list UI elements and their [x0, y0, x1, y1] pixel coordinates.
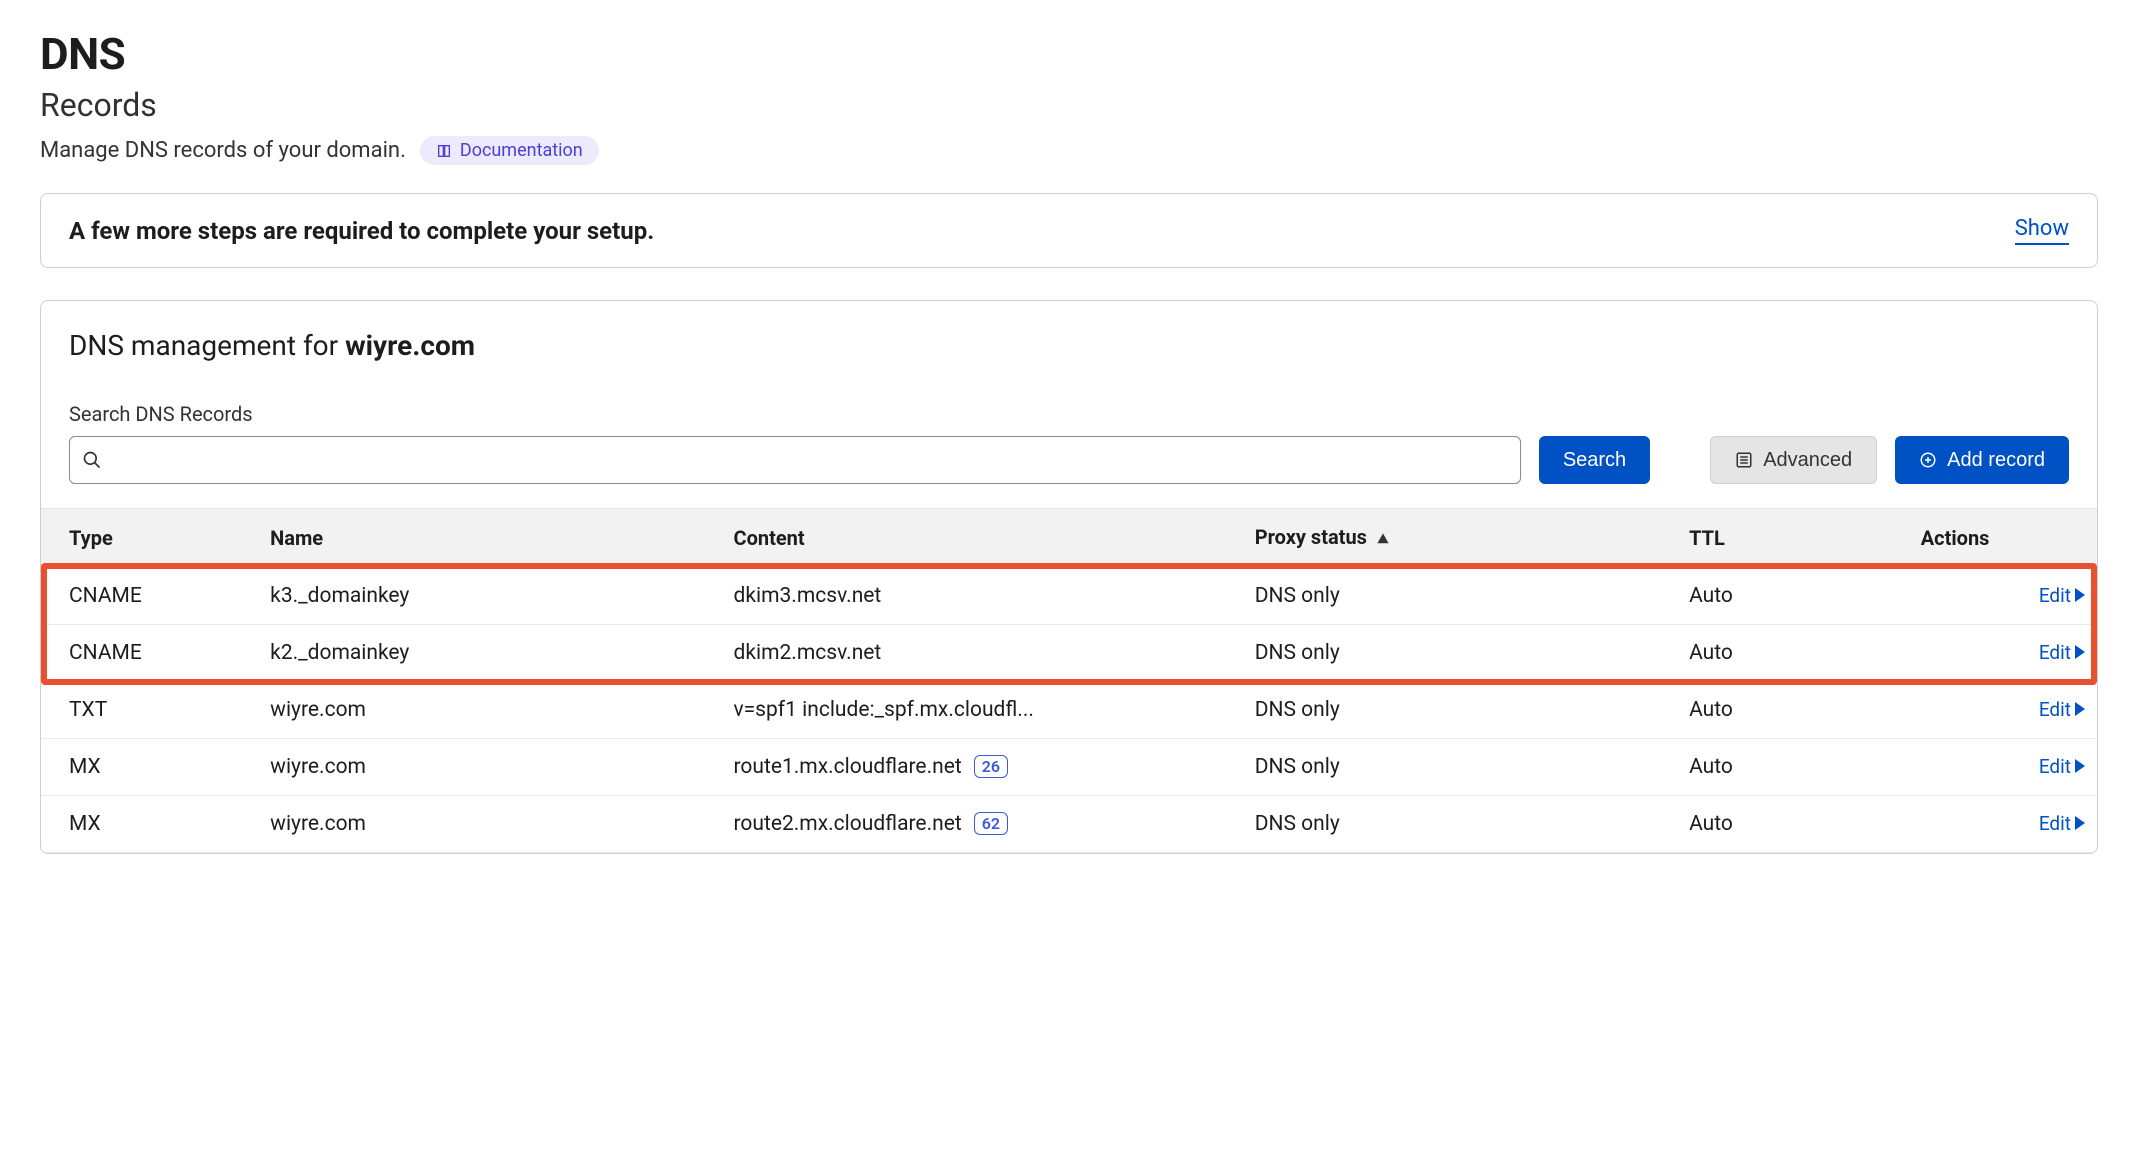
cell-actions: Edit	[1909, 681, 2097, 738]
cell-ttl: Auto	[1677, 795, 1909, 852]
search-input-wrap[interactable]	[69, 436, 1521, 484]
list-icon	[1735, 451, 1753, 469]
chevron-right-icon	[2075, 588, 2085, 602]
panel-title-prefix: DNS management for	[69, 329, 345, 362]
edit-link-label: Edit	[2039, 812, 2071, 835]
add-record-button-label: Add record	[1947, 449, 2045, 472]
cell-content: dkim2.mcsv.net	[721, 624, 1242, 681]
panel-title: DNS management for wiyre.com	[69, 329, 2069, 362]
add-record-button[interactable]: Add record	[1895, 436, 2069, 484]
table-row: CNAMEk3._domainkey dkim3.mcsv.net DNS only…	[41, 567, 2097, 624]
sort-ascending-icon	[1376, 527, 1390, 551]
edit-link-label: Edit	[2039, 698, 2071, 721]
advanced-button-label: Advanced	[1763, 449, 1852, 472]
cell-proxy-status: DNS only	[1243, 681, 1677, 738]
cell-actions: Edit	[1909, 567, 2097, 624]
book-icon	[436, 143, 452, 159]
documentation-label: Documentation	[460, 140, 583, 161]
cell-actions: Edit	[1909, 795, 2097, 852]
cell-content-text: dkim3.mcsv.net	[733, 584, 881, 608]
panel-domain: wiyre.com	[345, 329, 475, 362]
table-row: CNAMEk2._domainkey dkim2.mcsv.net DNS only…	[41, 624, 2097, 681]
edit-link-label: Edit	[2039, 641, 2071, 664]
column-header-ttl[interactable]: TTL	[1677, 509, 1909, 568]
cell-content-text: dkim2.mcsv.net	[733, 641, 881, 665]
cell-proxy-status: DNS only	[1243, 567, 1677, 624]
documentation-link[interactable]: Documentation	[420, 136, 599, 165]
cell-type: CNAME	[41, 567, 258, 624]
cell-ttl: Auto	[1677, 624, 1909, 681]
column-header-name[interactable]: Name	[258, 509, 721, 568]
column-header-proxy-status[interactable]: Proxy status	[1243, 509, 1677, 568]
setup-banner: A few more steps are required to complet…	[40, 193, 2098, 268]
chevron-right-icon	[2075, 816, 2085, 830]
search-label: Search DNS Records	[69, 402, 2069, 426]
column-header-type[interactable]: Type	[41, 509, 258, 568]
cell-content-text: route1.mx.cloudflare.net	[733, 755, 961, 779]
dns-management-panel: DNS management for wiyre.com Search DNS …	[40, 300, 2098, 854]
column-header-content[interactable]: Content	[721, 509, 1242, 568]
table-row: MXwiyre.com route2.mx.cloudflare.net 62 DNS…	[41, 795, 2097, 852]
plus-circle-icon	[1919, 451, 1937, 469]
edit-link[interactable]: Edit	[2039, 698, 2085, 721]
search-button[interactable]: Search	[1539, 436, 1650, 484]
cell-content: v=spf1 include:_spf.mx.cloudfl...	[721, 681, 1242, 738]
setup-banner-text: A few more steps are required to complet…	[69, 217, 654, 245]
cell-content-text: route2.mx.cloudflare.net	[733, 812, 961, 836]
priority-badge: 62	[974, 812, 1008, 835]
chevron-right-icon	[2075, 759, 2085, 773]
table-row: TXTwiyre.com v=spf1 include:_spf.mx.cloud…	[41, 681, 2097, 738]
cell-ttl: Auto	[1677, 681, 1909, 738]
cell-type: MX	[41, 795, 258, 852]
edit-link[interactable]: Edit	[2039, 755, 2085, 778]
column-header-proxy-label: Proxy status	[1255, 525, 1367, 549]
cell-type: TXT	[41, 681, 258, 738]
cell-content: route2.mx.cloudflare.net 62	[721, 795, 1242, 852]
table-row: MXwiyre.com route1.mx.cloudflare.net 26 DNS…	[41, 738, 2097, 795]
cell-content-text: v=spf1 include:_spf.mx.cloudfl...	[733, 698, 1033, 722]
page-description: Manage DNS records of your domain.	[40, 138, 406, 163]
cell-type: CNAME	[41, 624, 258, 681]
chevron-right-icon	[2075, 645, 2085, 659]
cell-name: wiyre.com	[258, 738, 721, 795]
cell-ttl: Auto	[1677, 567, 1909, 624]
cell-name: k2._domainkey	[258, 624, 721, 681]
cell-type: MX	[41, 738, 258, 795]
cell-actions: Edit	[1909, 738, 2097, 795]
cell-name: wiyre.com	[258, 795, 721, 852]
edit-link-label: Edit	[2039, 755, 2071, 778]
page-subtitle: Records	[40, 86, 2098, 124]
priority-badge: 26	[974, 755, 1008, 778]
chevron-right-icon	[2075, 702, 2085, 716]
advanced-button[interactable]: Advanced	[1710, 436, 1877, 484]
search-icon	[82, 450, 102, 470]
cell-proxy-status: DNS only	[1243, 624, 1677, 681]
edit-link-label: Edit	[2039, 584, 2071, 607]
setup-banner-show-link[interactable]: Show	[2015, 216, 2069, 245]
cell-ttl: Auto	[1677, 738, 1909, 795]
cell-name: wiyre.com	[258, 681, 721, 738]
edit-link[interactable]: Edit	[2039, 584, 2085, 607]
edit-link[interactable]: Edit	[2039, 812, 2085, 835]
column-header-actions: Actions	[1909, 509, 2097, 568]
cell-actions: Edit	[1909, 624, 2097, 681]
page-title: DNS	[40, 28, 2098, 80]
cell-proxy-status: DNS only	[1243, 795, 1677, 852]
edit-link[interactable]: Edit	[2039, 641, 2085, 664]
search-input[interactable]	[112, 449, 1508, 472]
cell-content: dkim3.mcsv.net	[721, 567, 1242, 624]
cell-content: route1.mx.cloudflare.net 26	[721, 738, 1242, 795]
cell-proxy-status: DNS only	[1243, 738, 1677, 795]
cell-name: k3._domainkey	[258, 567, 721, 624]
dns-records-table: Type Name Content Proxy status TTL Actio…	[41, 508, 2097, 853]
